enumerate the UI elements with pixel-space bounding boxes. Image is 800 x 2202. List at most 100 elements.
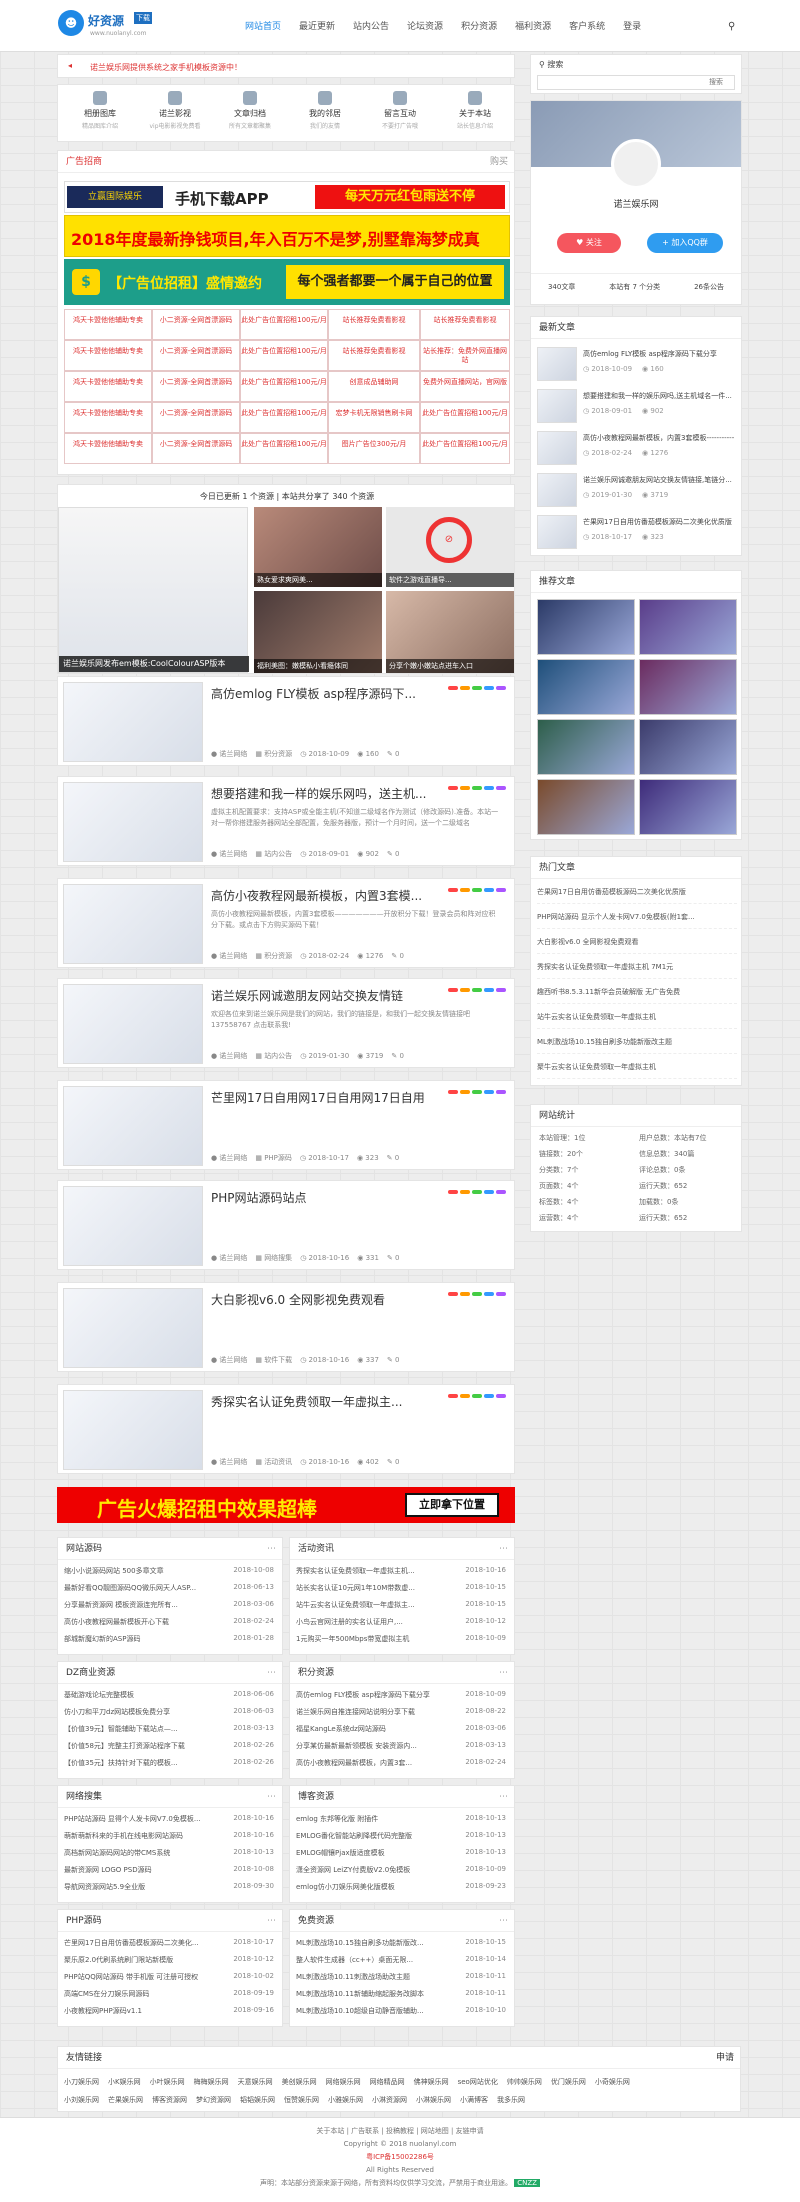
nav-latest[interactable]: 最近更新 xyxy=(290,18,344,36)
category-item-title[interactable]: 【价值35元】扶持针对下载的模板... xyxy=(64,1759,178,1767)
category-item[interactable]: ML刺激战场10.11新辅助缩起服务改脚本 2018-10-11 xyxy=(296,1989,510,2000)
ad-banner-app[interactable]: 立赢国际娱乐 手机下载APP 每天万元红包雨送不停 xyxy=(64,181,510,213)
category-item-title[interactable]: ML刺激战场10.11刺激战场助改主题 xyxy=(296,1973,410,1981)
site-logo[interactable]: ☻ 好资源 下载 www.nuolanyl.com xyxy=(58,10,154,42)
friend-link[interactable]: 小刀娱乐网 xyxy=(64,2077,99,2087)
ad-banner-project[interactable]: 2018年度最新挣钱项目,年入百万不是梦,别墅靠海梦成真 xyxy=(64,215,510,257)
latest-thumbnail[interactable] xyxy=(537,473,577,507)
ad-table-cell[interactable]: 鸿天卡盟他他辅助专卖 xyxy=(64,371,152,402)
ad-table-cell[interactable]: 小二资源-全网首漂源码 xyxy=(152,340,240,371)
post-author[interactable]: 诺兰网络 xyxy=(219,850,247,858)
post-title[interactable]: 诺兰娱乐网诚邀朋友网站交换友情链 xyxy=(211,987,403,1004)
category-item-title[interactable]: 站长实名认证10元网1年10M带数虚... xyxy=(296,1584,415,1592)
hot-article-link[interactable]: ML刺激战场10.15独自刷多功能新版改主题 xyxy=(537,1037,737,1054)
post-title[interactable]: 芒里网17日自用网17日自用网17日自用 xyxy=(211,1089,425,1106)
category-item-title[interactable]: 秀探实名认证免费领取一年虚拟主机... xyxy=(296,1567,415,1575)
ad-table-cell[interactable]: 此处广告位置招租100元/月 xyxy=(240,340,328,371)
friend-link[interactable]: 小雅娱乐网 xyxy=(328,2095,363,2105)
category-item[interactable]: 仿小刀和平刀dz网站模板免费分享 2018-06-03 xyxy=(64,1707,278,1718)
friend-link[interactable]: 小淋资源网 xyxy=(372,2095,407,2105)
footer-icp[interactable]: 粤ICP备15002286号 xyxy=(0,2152,800,2162)
category-item[interactable]: emlog 东邦等化版 附插件 2018-10-13 xyxy=(296,1814,510,1825)
footer-links[interactable]: 关于本站 | 广告联系 | 投稿教程 | 网站地图 | 友链申请 xyxy=(0,2126,800,2136)
more-icon[interactable]: ⋯ xyxy=(267,1910,276,1932)
post-card[interactable]: 大白影视v6.0 全网影视免费观看 ● 诺兰网络 ▦ 软件下载 ◷ 2018-10-1… xyxy=(57,1282,515,1372)
post-thumbnail[interactable] xyxy=(63,1086,203,1166)
category-item-title[interactable]: 最新资源网 LOGO PSD源码 xyxy=(64,1866,152,1874)
category-item[interactable]: 最新好看QQ靓图源码QQ微乐网天人ASP... 2018-06-13 xyxy=(64,1583,278,1594)
friend-link[interactable]: 芒果娱乐网 xyxy=(108,2095,143,2105)
slider-main[interactable]: 诺兰娱乐网发布em模板:CoolColourASP版本 xyxy=(58,507,249,673)
post-card[interactable]: 芒里网17日自用网17日自用网17日自用 ● 诺兰网络 ▦ PHP源码 ◷ 2018-… xyxy=(57,1080,515,1170)
recommend-thumbnail[interactable] xyxy=(639,599,737,655)
friend-link[interactable]: 小刘娱乐网 xyxy=(64,2095,99,2105)
category-item-title[interactable]: ML刺激战场10.10超级自动静音版辅助... xyxy=(296,2007,424,2015)
category-item[interactable]: 基础游戏论坛完整模板 2018-06-06 xyxy=(64,1690,278,1701)
post-category[interactable]: 活动资讯 xyxy=(264,1458,292,1466)
category-item-title[interactable]: EMLOG番化智能站刷降模代码完整版 xyxy=(296,1832,412,1840)
hot-article-link[interactable]: 站牛云实名认证免费领取一年虚拟主机 xyxy=(537,1012,737,1029)
category-item-title[interactable]: EMLOG帽镶Pjax版适度模板 xyxy=(296,1849,385,1857)
category-item[interactable]: 小夜教程网PHP源码v1.1 2018-09-16 xyxy=(64,2006,278,2017)
category-item-title[interactable]: 高仿小夜教程网最新模板，内置3套... xyxy=(296,1759,412,1767)
category-item-title[interactable]: 高仿emlog FLY模板 asp程序源码下载分享 xyxy=(296,1691,430,1699)
category-item[interactable]: 【价值35元】扶持针对下载的模板... 2018-02-26 xyxy=(64,1758,278,1769)
ad-table-cell[interactable]: 站长推荐免费看影视 xyxy=(328,309,420,340)
latest-title-link[interactable]: 想要搭建和我一样的娱乐网吗,送主机域名一件... xyxy=(583,391,737,401)
friend-link[interactable]: 小淋娱乐网 xyxy=(416,2095,451,2105)
category-item-title[interactable]: 站牛云实名认证免费领取一年虚拟主... xyxy=(296,1601,415,1609)
category-item-title[interactable]: emlog仿小刀娱乐网美化版模板 xyxy=(296,1883,395,1891)
post-title[interactable]: 想要搭建和我一样的娱乐网吗，送主机... xyxy=(211,785,426,802)
ad-table-cell[interactable]: 小二资源-全网首漂源码 xyxy=(152,402,240,433)
recommend-thumbnail[interactable] xyxy=(639,779,737,835)
category-item-title[interactable]: 小夜教程网PHP源码v1.1 xyxy=(64,2007,142,2015)
post-category[interactable]: PHP源码 xyxy=(264,1154,292,1162)
nav-forum[interactable]: 论坛资源 xyxy=(398,18,452,36)
latest-thumbnail[interactable] xyxy=(537,389,577,423)
friend-link[interactable]: 我多乐网 xyxy=(497,2095,525,2105)
ad-table-cell[interactable]: 鸿天卡盟他他辅助专卖 xyxy=(64,309,152,340)
category-item[interactable]: 站牛云实名认证免费领取一年虚拟主... 2018-10-15 xyxy=(296,1600,510,1611)
category-item-title[interactable]: 诺兰娱乐网自推连接网站说明分享下载 xyxy=(296,1708,415,1716)
hot-article-link[interactable]: 大白影视v6.0 全网影视免费观看 xyxy=(537,937,737,954)
latest-title-link[interactable]: 高仿小夜教程网最新模板，内置3套模板----------- xyxy=(583,433,737,443)
category-item-title[interactable]: 萌新萌新科来的手机在线电影网站源码 xyxy=(64,1832,183,1840)
category-item[interactable]: PHP站QQ网站源码 带手机版 可注册可授权 2018-10-02 xyxy=(64,1972,278,1983)
ad-table-cell[interactable]: 鸿天卡盟他他辅助专卖 xyxy=(64,402,152,433)
recommend-thumbnail[interactable] xyxy=(639,659,737,715)
category-item-title[interactable]: PHP站站源码 显得个人发卡网V7.0免模板... xyxy=(64,1815,201,1823)
category-item[interactable]: 萌新萌新科来的手机在线电影网站源码 2018-10-16 xyxy=(64,1831,278,1842)
post-title[interactable]: 高仿emlog FLY模板 asp程序源码下... xyxy=(211,685,416,702)
post-author[interactable]: 诺兰网络 xyxy=(219,1052,247,1060)
friend-link[interactable]: seo网站优化 xyxy=(458,2077,498,2087)
ad-table-cell[interactable]: 图片广告位300元/月 xyxy=(328,433,420,464)
latest-title-link[interactable]: 诺兰娱乐网诚邀朋友网站交换友情链接,笔链分... xyxy=(583,475,737,485)
category-item-title[interactable]: 最新好看QQ靓图源码QQ微乐网天人ASP... xyxy=(64,1584,196,1592)
friend-link[interactable]: 小K娱乐网 xyxy=(108,2077,141,2087)
category-item-title[interactable]: ML刺激战场10.15独自刷多功能新版改... xyxy=(296,1939,424,1947)
category-title[interactable]: PHP源码 xyxy=(66,1916,102,1926)
category-item-title[interactable]: PHP站QQ网站源码 带手机版 可注册可授权 xyxy=(64,1973,198,1981)
friend-link[interactable]: 天意娱乐网 xyxy=(238,2077,273,2087)
friend-link[interactable]: 小满博客 xyxy=(460,2095,488,2105)
quicklink-3[interactable]: 我的邻居 我们的友情 xyxy=(289,91,361,137)
nav-welfare[interactable]: 福利资源 xyxy=(506,18,560,36)
category-item[interactable]: 小鸟云官网注册的实名认证用户,... 2018-10-12 xyxy=(296,1617,510,1628)
category-item[interactable]: 诺兰娱乐网自推连接网站说明分享下载 2018-08-22 xyxy=(296,1707,510,1718)
latest-thumbnail[interactable] xyxy=(537,515,577,549)
category-item[interactable]: 高仿小夜教程网最新模板开心下载 2018-02-24 xyxy=(64,1617,278,1628)
category-item[interactable]: 站长实名认证10元网1年10M带数虚... 2018-10-15 xyxy=(296,1583,510,1594)
post-category[interactable]: 网络搜集 xyxy=(264,1254,292,1262)
post-category[interactable]: 站内公告 xyxy=(264,850,292,858)
category-item-title[interactable]: 分享某仿最新最新领模板 安装资源内... xyxy=(296,1742,417,1750)
post-thumbnail[interactable] xyxy=(63,1288,203,1368)
ad-section-more[interactable]: 购买 xyxy=(490,151,508,173)
recommend-thumbnail[interactable] xyxy=(639,719,737,775)
friend-links-apply[interactable]: 申请 xyxy=(716,2047,734,2069)
post-author[interactable]: 诺兰网络 xyxy=(219,1254,247,1262)
category-item-title[interactable]: 缩小小说源码网站 500多章文章 xyxy=(64,1567,164,1575)
post-title[interactable]: 高仿小夜教程网最新模板，内置3套模... xyxy=(211,887,422,904)
recommend-thumbnail[interactable] xyxy=(537,659,635,715)
post-thumbnail[interactable] xyxy=(63,782,203,862)
latest-title-link[interactable]: 芒果网17日自用仿番茄模板源码二次美化优质版 xyxy=(583,517,737,527)
